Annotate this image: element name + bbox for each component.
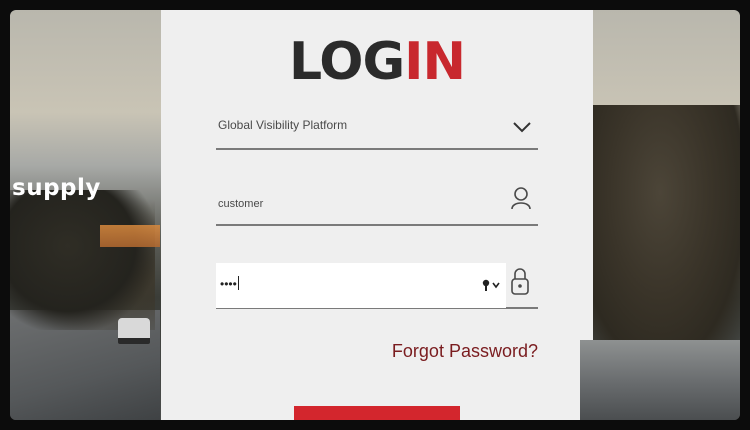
password-field[interactable]: ••••: [216, 253, 538, 309]
chevron-down-icon[interactable]: [512, 120, 532, 134]
platform-select-value: Global Visibility Platform: [218, 118, 348, 132]
login-title-part2: IN: [404, 32, 466, 92]
forgot-password-link[interactable]: Forgot Password?: [392, 341, 538, 362]
key-icon[interactable]: [482, 278, 502, 292]
password-input[interactable]: ••••: [216, 263, 506, 308]
username-value: customer: [218, 198, 264, 210]
background-tagline: supply: [12, 175, 101, 201]
login-title: LOGIN: [161, 34, 593, 90]
background-trees-left: [10, 190, 155, 330]
user-icon: [511, 187, 531, 210]
lock-icon: [511, 268, 529, 295]
platform-select[interactable]: Global Visibility Platform: [216, 110, 538, 150]
background-photo: supply LOGIN Global Visibility Platform …: [10, 10, 740, 420]
login-panel: LOGIN Global Visibility Platform custome…: [161, 10, 593, 420]
login-button[interactable]: [294, 406, 460, 420]
background-trees-right: [580, 105, 740, 355]
background-car: [118, 318, 150, 344]
background-sunset: [100, 225, 160, 247]
username-field[interactable]: customer: [216, 186, 538, 226]
password-masked-value: ••••: [220, 276, 239, 291]
login-title-part1: LOG: [288, 32, 405, 92]
